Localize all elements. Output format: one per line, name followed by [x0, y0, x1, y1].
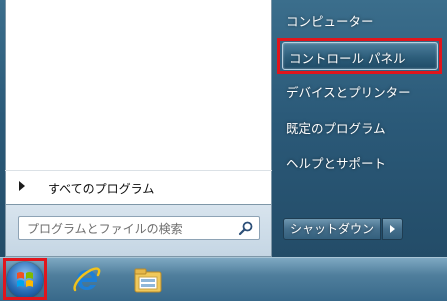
start-orb-highlight	[3, 258, 47, 300]
internet-explorer-icon[interactable]	[71, 264, 103, 296]
shutdown-button[interactable]: シャットダウン	[283, 218, 381, 240]
all-programs-label: すべてのプログラム	[48, 182, 155, 196]
computer-item[interactable]: コンピューター	[286, 11, 374, 30]
search-area	[5, 205, 272, 257]
default-programs-item[interactable]: 既定のプログラム	[286, 118, 386, 137]
help-and-support-item[interactable]: ヘルプとサポート	[286, 153, 386, 172]
devices-and-printers-item[interactable]: デバイスとプリンター	[286, 82, 411, 101]
all-programs-item[interactable]: すべてのプログラム	[5, 170, 272, 205]
shutdown-options-button[interactable]	[382, 218, 403, 240]
triangle-right-icon	[19, 181, 25, 191]
windows-explorer-icon[interactable]	[132, 264, 164, 296]
taskbar	[0, 257, 447, 301]
magnifier-icon[interactable]	[238, 220, 254, 236]
search-box[interactable]	[18, 216, 260, 240]
control-panel-highlight	[277, 38, 442, 74]
search-input[interactable]	[25, 219, 229, 239]
start-menu: すべてのプログラム コンピューター コントロール パネル デバイスとプリンター …	[0, 0, 447, 257]
